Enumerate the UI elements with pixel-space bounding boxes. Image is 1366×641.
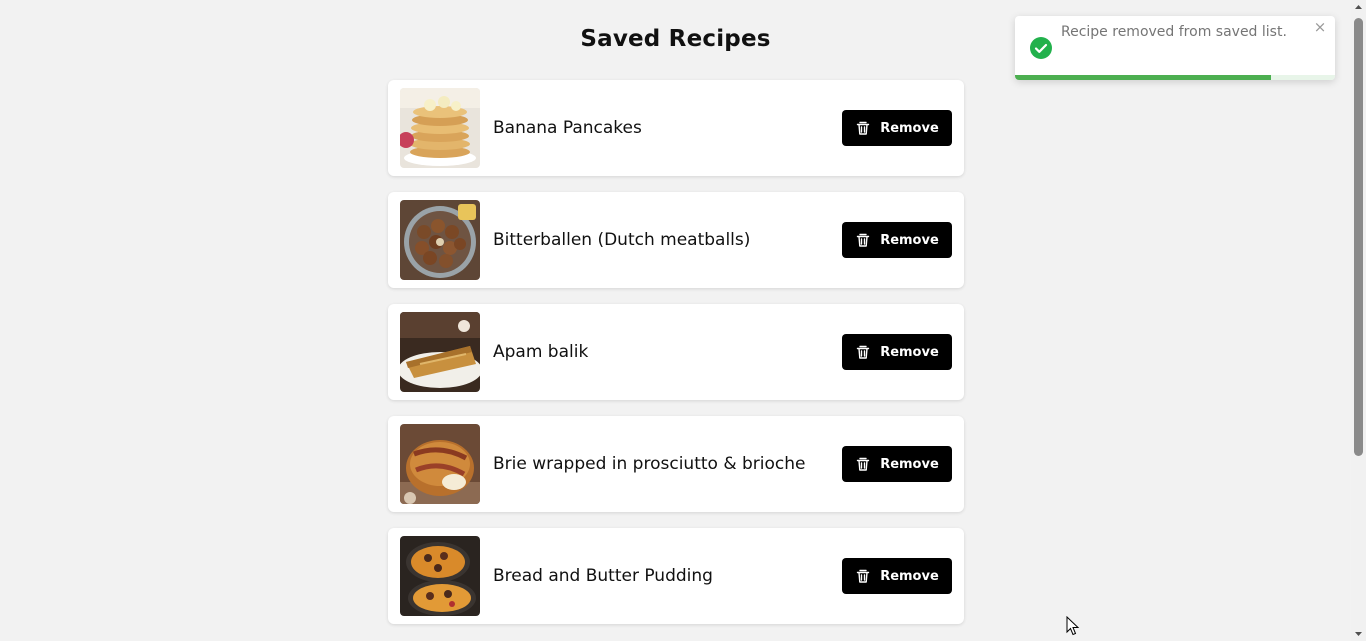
remove-button-label: Remove	[880, 120, 939, 136]
recipe-card: Bitterballen (Dutch meatballs) Remove	[388, 192, 964, 288]
recipe-name[interactable]: Banana Pancakes	[493, 80, 642, 176]
recipe-card: Banana Pancakes Remove	[388, 80, 964, 176]
trash-icon	[856, 569, 870, 583]
remove-button[interactable]: Remove	[842, 222, 952, 258]
recipe-card: Bread and Butter Pudding Remove	[388, 528, 964, 624]
mouse-cursor-icon	[1066, 616, 1080, 636]
recipe-card: Brie wrapped in prosciutto & brioche Rem…	[388, 416, 964, 512]
remove-button[interactable]: Remove	[842, 334, 952, 370]
toast-progress-bar	[1015, 75, 1271, 80]
recipe-name[interactable]: Brie wrapped in prosciutto & brioche	[493, 416, 805, 512]
recipe-card: Apam balik Remove	[388, 304, 964, 400]
vertical-scrollbar[interactable]	[1351, 0, 1366, 641]
trash-icon	[856, 345, 870, 359]
check-circle-icon	[1030, 37, 1052, 59]
scroll-up-arrow-icon[interactable]	[1351, 0, 1366, 14]
recipe-thumbnail	[400, 88, 480, 168]
recipe-name[interactable]: Apam balik	[493, 304, 588, 400]
remove-button[interactable]: Remove	[842, 110, 952, 146]
trash-icon	[856, 457, 870, 471]
saved-recipes-list: Banana Pancakes Remove Bitterballen (Dut…	[388, 80, 964, 640]
trash-icon	[856, 233, 870, 247]
recipe-name[interactable]: Bread and Butter Pudding	[493, 528, 713, 624]
close-icon[interactable]: ×	[1313, 20, 1327, 35]
toast-message: Recipe removed from saved list.	[1061, 24, 1287, 40]
remove-button-label: Remove	[880, 344, 939, 360]
remove-button-label: Remove	[880, 232, 939, 248]
page: Saved Recipes Banana Pancakes Remove Bit…	[0, 0, 1351, 641]
scroll-down-arrow-icon[interactable]	[1351, 627, 1366, 641]
recipe-name[interactable]: Bitterballen (Dutch meatballs)	[493, 192, 750, 288]
trash-icon	[856, 121, 870, 135]
remove-button[interactable]: Remove	[842, 558, 952, 594]
scrollbar-thumb[interactable]	[1354, 18, 1363, 456]
toast-notification: Recipe removed from saved list. ×	[1015, 16, 1335, 80]
recipe-thumbnail	[400, 424, 480, 504]
recipe-thumbnail	[400, 200, 480, 280]
recipe-thumbnail	[400, 312, 480, 392]
remove-button-label: Remove	[880, 568, 939, 584]
remove-button[interactable]: Remove	[842, 446, 952, 482]
recipe-thumbnail	[400, 536, 480, 616]
remove-button-label: Remove	[880, 456, 939, 472]
